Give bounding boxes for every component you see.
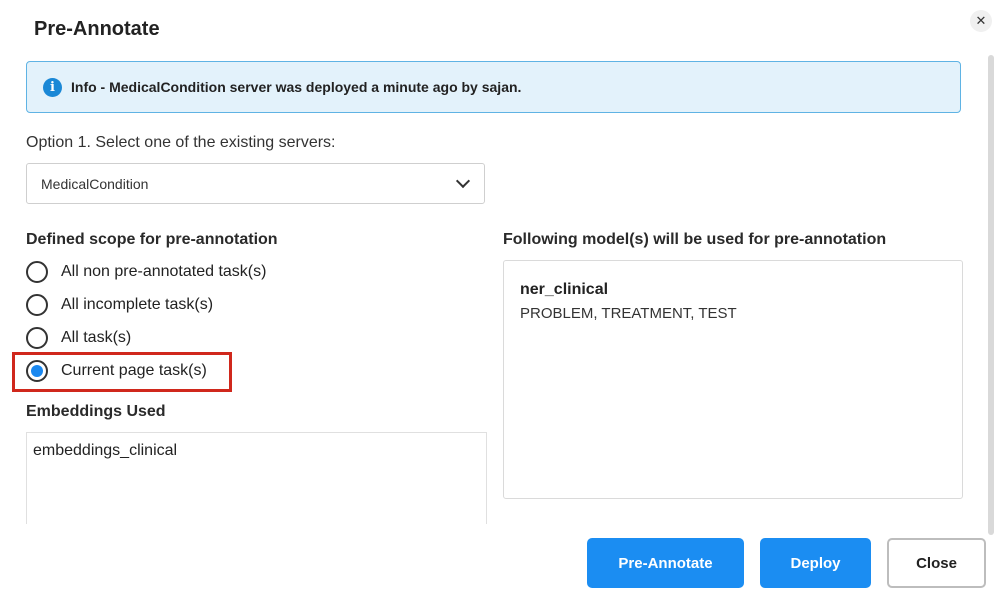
server-select-label: Option 1. Select one of the existing ser…	[26, 134, 336, 151]
pre-annotate-button[interactable]: Pre-Annotate	[587, 538, 744, 588]
highlight-box	[12, 352, 232, 392]
close-button[interactable]: Close	[887, 538, 986, 588]
server-select-value: MedicalCondition	[41, 175, 149, 192]
radio-label: All incomplete task(s)	[61, 296, 214, 313]
scope-option-incomplete[interactable]: All incomplete task(s)	[26, 294, 213, 316]
embeddings-box: embeddings_clinical	[26, 432, 487, 524]
info-icon: i	[43, 77, 62, 97]
radio-label: All task(s)	[61, 329, 132, 346]
scope-label: Defined scope for pre-annotation	[26, 231, 278, 248]
model-name: ner_clinical	[520, 281, 609, 298]
info-banner: i Info - MedicalCondition server was dep…	[26, 61, 961, 113]
embeddings-label: Embeddings Used	[26, 403, 166, 420]
embeddings-value: embeddings_clinical	[33, 442, 178, 459]
chevron-down-icon	[455, 173, 471, 189]
deploy-button[interactable]: Deploy	[760, 538, 871, 588]
radio-button[interactable]	[26, 294, 48, 316]
dialog-title: Pre-Annotate	[34, 18, 160, 40]
scrollbar[interactable]	[988, 55, 994, 535]
radio-label: All non pre-annotated task(s)	[61, 263, 267, 280]
models-label: Following model(s) will be used for pre-…	[503, 231, 887, 248]
server-select[interactable]: MedicalCondition	[26, 163, 485, 204]
models-box: ner_clinical PROBLEM, TREATMENT, TEST	[503, 260, 963, 499]
close-icon[interactable]: ✕	[970, 10, 992, 32]
scope-option-all[interactable]: All task(s)	[26, 327, 131, 349]
model-labels: PROBLEM, TREATMENT, TEST	[520, 305, 737, 322]
pre-annotate-dialog: Pre-Annotate ✕ i Info - MedicalCondition…	[0, 0, 994, 601]
radio-button[interactable]	[26, 327, 48, 349]
scope-option-non-pre-annotated[interactable]: All non pre-annotated task(s)	[26, 261, 266, 283]
radio-button[interactable]	[26, 261, 48, 283]
info-text: Info - MedicalCondition server was deplo…	[71, 79, 522, 95]
